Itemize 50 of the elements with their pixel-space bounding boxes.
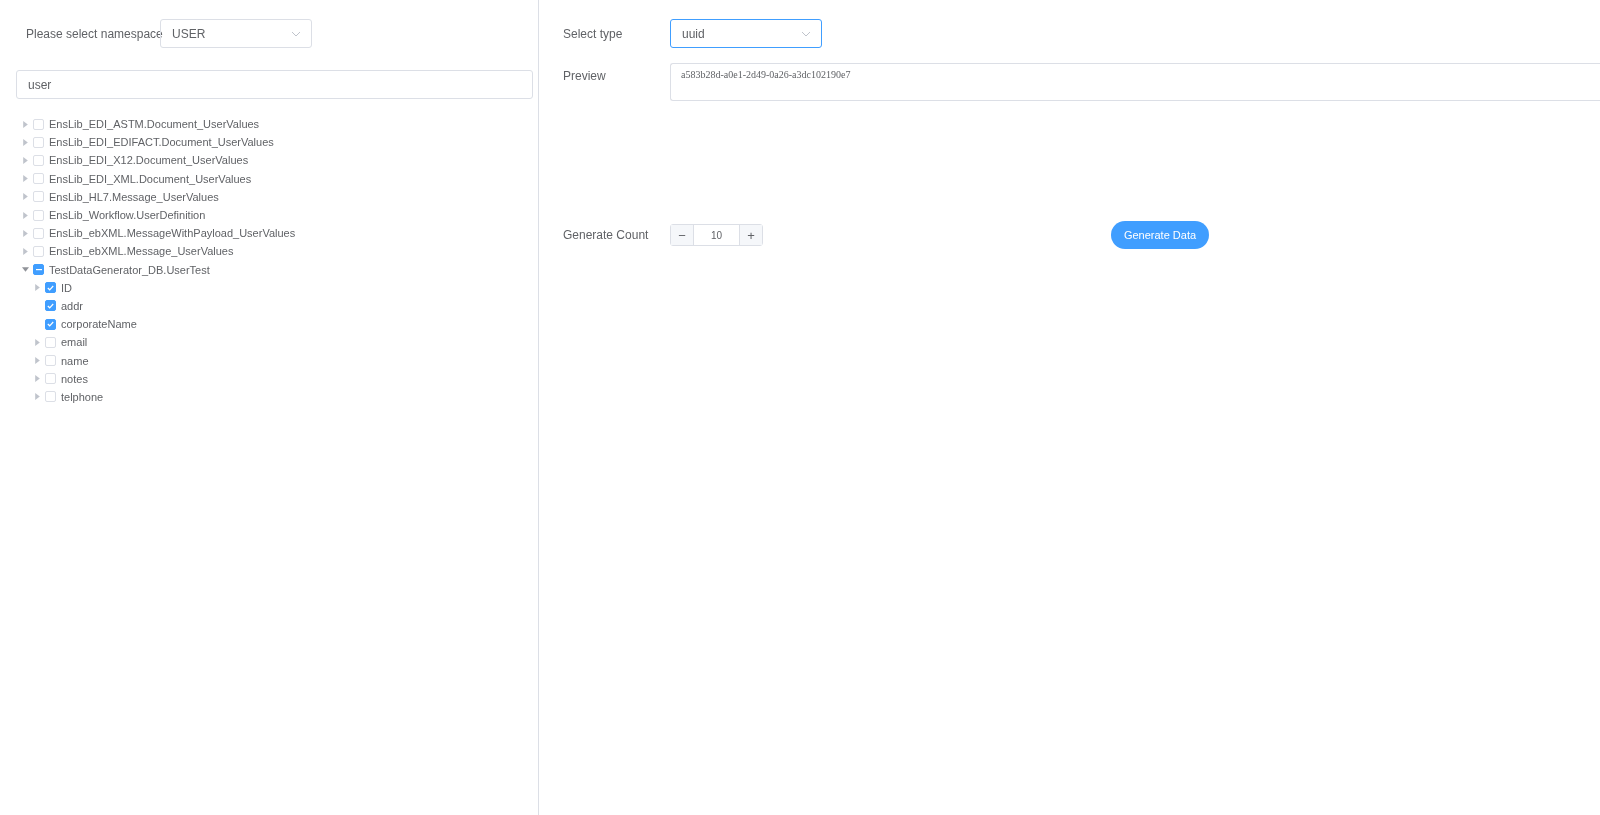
namespace-label: Please select namespace [26,26,160,41]
caret-icon[interactable] [22,211,29,219]
checkbox[interactable] [45,282,56,294]
caret-icon[interactable] [22,266,29,274]
minus-icon [35,268,42,271]
decrement-button[interactable]: − [671,225,693,245]
caret-icon[interactable] [22,138,29,146]
caret-icon[interactable] [34,338,41,346]
tree-item-label[interactable]: email [61,336,88,349]
tree-item-label[interactable]: EnsLib_ebXML.Message_UserValues [49,245,234,258]
checkmark-icon [47,321,54,328]
caret-icon[interactable] [22,193,29,201]
caret-icon[interactable] [34,375,41,383]
preview-field: a583b28d-a0e1-2d49-0a26-a3dc102190e7 [670,63,1600,101]
caret-icon[interactable] [22,247,29,255]
chevron-down-icon [291,30,301,37]
tree-item-label[interactable]: TestDataGenerator_DB.UserTest [49,263,210,276]
caret-icon[interactable] [22,120,29,128]
checkmark-icon [47,284,54,291]
preview-label: Preview [563,69,607,83]
tree-item-label[interactable]: EnsLib_EDI_X12.Document_UserValues [49,154,249,167]
checkbox[interactable] [33,264,44,276]
checkmark-icon [47,302,54,309]
tree-item-label[interactable]: EnsLib_EDI_ASTM.Document_UserValues [49,118,260,131]
caret-icon[interactable] [22,156,29,164]
checkbox[interactable] [45,300,56,312]
namespace-select[interactable]: USER [160,19,312,48]
tree-item-label[interactable]: name [61,354,89,367]
tree-item-label[interactable]: corporateName [61,318,137,331]
tree-item-label[interactable]: notes [61,372,88,385]
count-label: Generate Count [563,228,650,242]
type-select[interactable]: uuid [670,19,822,48]
tree-item-label[interactable]: EnsLib_HL7.Message_UserValues [49,190,219,203]
tree-item-label[interactable]: EnsLib_Workflow.UserDefinition [49,209,206,222]
tree-item-label[interactable]: telphone [61,390,104,403]
tree-item-label[interactable]: EnsLib_ebXML.MessageWithPayload_UserValues [49,227,296,240]
caret-icon[interactable] [22,229,29,237]
tree-item-label[interactable]: EnsLib_EDI_EDIFACT.Document_UserValues [49,136,274,149]
type-label: Select type [563,26,624,41]
search-field[interactable]: user [16,70,533,99]
chevron-down-icon [801,30,811,37]
caret-icon[interactable] [34,357,41,365]
caret-icon[interactable] [22,175,29,183]
caret-icon[interactable] [34,284,41,292]
increment-button[interactable]: + [740,225,762,245]
caret-icon[interactable] [34,393,41,401]
tree-item-label[interactable]: EnsLib_EDI_XML.Document_UserValues [49,172,252,185]
tree-item-label[interactable]: addr [61,299,84,312]
tree-item-label[interactable]: ID [61,281,72,294]
checkbox[interactable] [45,318,56,330]
